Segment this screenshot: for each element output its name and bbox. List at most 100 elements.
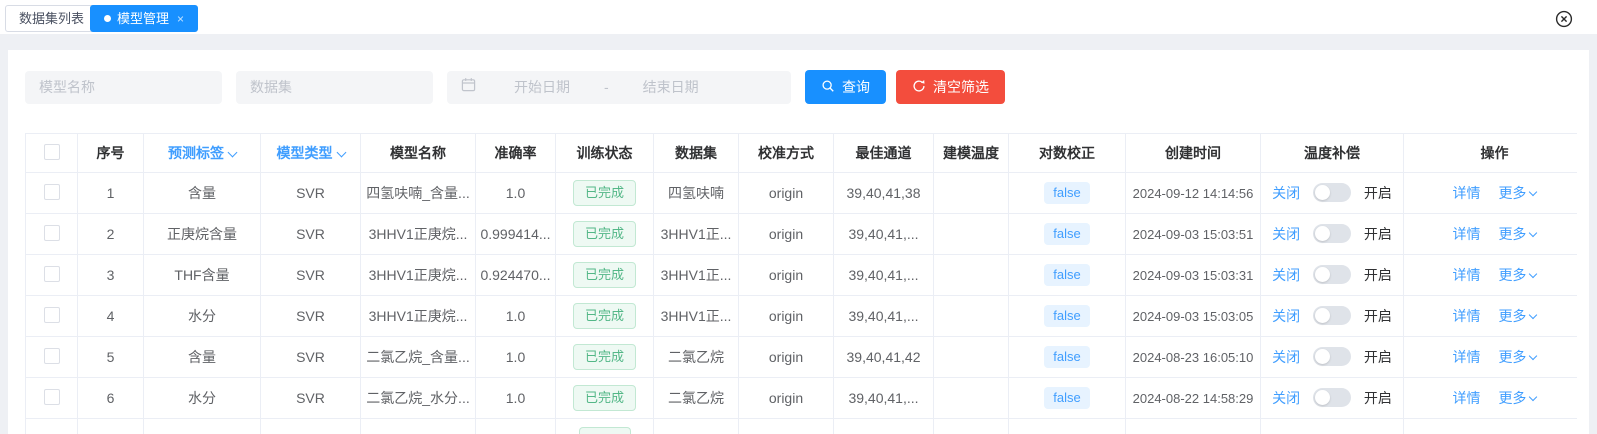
- toggle-on-label[interactable]: 开启: [1364, 308, 1392, 324]
- select-all-checkbox[interactable]: [44, 144, 60, 160]
- toggle-off-label[interactable]: 关闭: [1272, 267, 1300, 283]
- cell-best-channel: 39,40,41,38: [834, 173, 934, 214]
- toggle-off-label[interactable]: 关闭: [1272, 308, 1300, 324]
- cell-index: 1: [78, 173, 144, 214]
- cell-created-time: 2024-09-03 15:03:05: [1126, 296, 1261, 337]
- dataset-input[interactable]: [236, 71, 433, 104]
- temp-compensation-toggle[interactable]: [1313, 347, 1351, 366]
- more-link[interactable]: 更多: [1498, 267, 1526, 283]
- cell-actions: 详情 更多: [1404, 255, 1578, 296]
- row-checkbox[interactable]: [44, 225, 60, 241]
- header-model-name: 模型名称: [361, 134, 476, 173]
- status-badge: 已完成: [573, 180, 636, 206]
- header-modeling-temperature: 建模温度: [934, 134, 1009, 173]
- toggle-off-label[interactable]: 关闭: [1272, 226, 1300, 242]
- toggle-off-label[interactable]: 关闭: [1272, 349, 1300, 365]
- cell-model-type: SVR: [261, 214, 361, 255]
- start-date-placeholder[interactable]: 开始日期: [514, 77, 570, 97]
- detail-link[interactable]: 详情: [1453, 226, 1481, 242]
- more-link[interactable]: 更多: [1498, 185, 1526, 201]
- row-checkbox[interactable]: [44, 348, 60, 364]
- tab-label: 模型管理: [117, 6, 169, 31]
- cell-temp-compensation: 关闭 开启: [1261, 337, 1404, 378]
- header-temp-compensation: 温度补偿: [1261, 134, 1404, 173]
- cell-select: [26, 296, 78, 337]
- detail-link[interactable]: 详情: [1453, 349, 1481, 365]
- temp-compensation-toggle[interactable]: [1313, 388, 1351, 407]
- tab-label: 数据集列表: [19, 6, 84, 31]
- toggle-knob: [1315, 185, 1330, 200]
- chevron-down-icon: [336, 148, 346, 158]
- cell-calibration: origin: [739, 255, 834, 296]
- header-model-type[interactable]: 模型类型: [261, 134, 361, 173]
- row-checkbox[interactable]: [44, 184, 60, 200]
- header-best-channel: 最佳通道: [834, 134, 934, 173]
- detail-link[interactable]: 详情: [1453, 267, 1481, 283]
- cell-index: 5: [78, 337, 144, 378]
- header-prediction-label[interactable]: 预测标签: [144, 134, 261, 173]
- log-correction-badge: false: [1044, 346, 1089, 368]
- chevron-down-icon[interactable]: [1529, 270, 1537, 278]
- log-correction-badge: false: [1044, 223, 1089, 245]
- chevron-down-icon[interactable]: [1529, 311, 1537, 319]
- toggle-on-label[interactable]: 开启: [1364, 267, 1392, 283]
- tab-close-icon[interactable]: ×: [177, 13, 184, 25]
- more-link[interactable]: 更多: [1498, 308, 1526, 324]
- log-correction-badge: false: [1044, 305, 1089, 327]
- cell-temp-compensation: 关闭 开启: [1261, 296, 1404, 337]
- cell-index: 6: [78, 378, 144, 419]
- cell-accuracy: 1.0: [476, 378, 556, 419]
- cell-log-correction: false: [1009, 378, 1126, 419]
- toggle-on-label[interactable]: 开启: [1364, 390, 1392, 406]
- search-button[interactable]: 查询: [805, 70, 886, 104]
- detail-link[interactable]: 详情: [1453, 185, 1481, 201]
- cell-created-time: 2024-08-23 16:05:10: [1126, 337, 1261, 378]
- model-name-input[interactable]: [25, 71, 222, 104]
- cell-prediction-label: 含量: [144, 337, 261, 378]
- header-accuracy: 准确率: [476, 134, 556, 173]
- temp-compensation-toggle[interactable]: [1313, 224, 1351, 243]
- tab-model-management[interactable]: 模型管理 ×: [90, 5, 198, 32]
- temp-compensation-toggle[interactable]: [1313, 265, 1351, 284]
- temp-compensation-toggle[interactable]: [1313, 306, 1351, 325]
- cell-model-name: 二氯乙烷_水分...: [361, 378, 476, 419]
- temp-compensation-toggle[interactable]: [1313, 183, 1351, 202]
- toggle-on-label[interactable]: 开启: [1364, 185, 1392, 201]
- date-range-picker[interactable]: 开始日期 - 结束日期: [447, 71, 791, 104]
- row-checkbox[interactable]: [44, 266, 60, 282]
- detail-link[interactable]: 详情: [1453, 390, 1481, 406]
- cell-accuracy: 0.999414...: [476, 214, 556, 255]
- cell-temp-compensation: 关闭 开启: [1261, 378, 1404, 419]
- toggle-on-label[interactable]: 开启: [1364, 226, 1392, 242]
- toggle-on-label[interactable]: 开启: [1364, 349, 1392, 365]
- tab-dataset-list[interactable]: 数据集列表: [5, 5, 98, 32]
- toggle-off-label[interactable]: 关闭: [1272, 390, 1300, 406]
- detail-link[interactable]: 详情: [1453, 308, 1481, 324]
- row-checkbox[interactable]: [44, 389, 60, 405]
- table-row: 2 正庚烷含量 SVR 3HHV1正庚烷... 0.999414... 已完成 …: [26, 214, 1578, 255]
- table-row-partial: [26, 419, 1578, 434]
- cell-prediction-label: THF含量: [144, 255, 261, 296]
- status-badge: [579, 427, 631, 434]
- screen: 数据集列表 模型管理 ×: [0, 0, 1597, 34]
- toggle-off-label[interactable]: 关闭: [1272, 185, 1300, 201]
- model-table: 序号 预测标签 模型类型 模型名称 准确率 训练状态 数据集 校准方式: [25, 133, 1577, 434]
- chevron-down-icon[interactable]: [1529, 352, 1537, 360]
- clear-filter-button[interactable]: 清空筛选: [896, 70, 1005, 104]
- cell-training-status: 已完成: [556, 378, 654, 419]
- cell-model-type: SVR: [261, 255, 361, 296]
- chevron-down-icon[interactable]: [1529, 188, 1537, 196]
- chevron-down-icon[interactable]: [1529, 393, 1537, 401]
- more-link[interactable]: 更多: [1498, 226, 1526, 242]
- row-checkbox[interactable]: [44, 307, 60, 323]
- end-date-placeholder[interactable]: 结束日期: [643, 77, 699, 97]
- cell-best-channel: 39,40,41,...: [834, 296, 934, 337]
- chevron-down-icon[interactable]: [1529, 229, 1537, 237]
- cell-model-name: 3HHV1正庚烷...: [361, 296, 476, 337]
- table-row: 6 水分 SVR 二氯乙烷_水分... 1.0 已完成 二氯乙烷 origin …: [26, 378, 1578, 419]
- header-training-status: 训练状态: [556, 134, 654, 173]
- close-all-tabs-icon[interactable]: [1555, 10, 1573, 28]
- more-link[interactable]: 更多: [1498, 390, 1526, 406]
- cell-temp-compensation: 关闭 开启: [1261, 255, 1404, 296]
- more-link[interactable]: 更多: [1498, 349, 1526, 365]
